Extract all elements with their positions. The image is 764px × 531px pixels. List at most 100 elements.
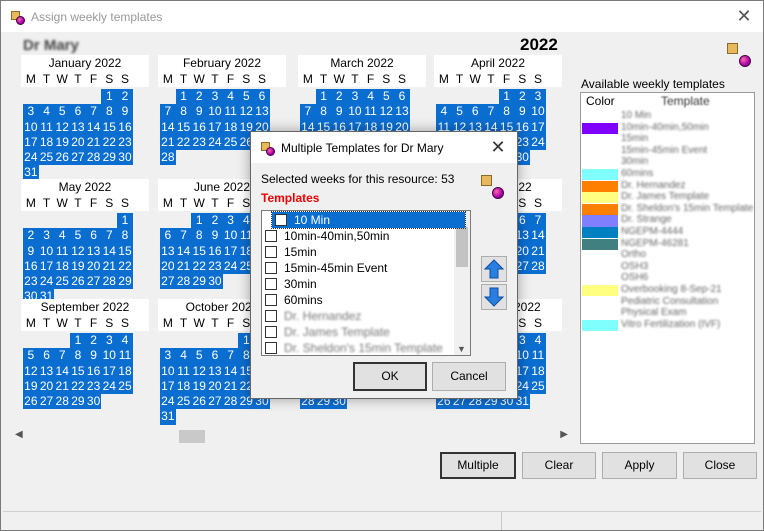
day-cell[interactable]: 5	[191, 348, 208, 364]
day-cell[interactable]: 26	[191, 394, 208, 410]
day-cell[interactable]: 11	[117, 348, 133, 364]
day-cell[interactable]: 28	[160, 150, 176, 166]
day-cell[interactable]: 2	[23, 228, 39, 244]
day-cell[interactable]: 14	[160, 119, 176, 135]
day-cell[interactable]: 4	[362, 89, 379, 105]
day-cell[interactable]: 13	[394, 104, 410, 120]
close-button[interactable]: Close	[683, 452, 757, 479]
day-cell[interactable]: 24	[23, 150, 39, 166]
day-cell[interactable]: 10	[160, 363, 176, 379]
day-cell[interactable]: 15	[101, 119, 118, 135]
day-cell[interactable]: 17	[23, 134, 39, 151]
day-cell[interactable]: 10	[101, 348, 118, 364]
day-cell[interactable]: 5	[451, 104, 468, 120]
day-cell[interactable]: 21	[85, 134, 102, 151]
day-cell[interactable]: 9	[23, 243, 39, 259]
day-cell[interactable]: 1	[70, 333, 86, 349]
day-cell[interactable]: 1	[175, 89, 192, 105]
day-cell[interactable]: 8	[191, 228, 208, 244]
day-cell[interactable]: 16	[191, 119, 208, 135]
template-checkbox-item[interactable]: 15min-45min Event	[262, 260, 455, 276]
day-cell[interactable]: 1	[101, 89, 118, 105]
horizontal-scrollbar[interactable]: ◀ ▶	[13, 429, 570, 446]
day-cell[interactable]: 4	[38, 104, 55, 120]
day-cell[interactable]: 20	[38, 378, 55, 395]
day-cell[interactable]: 21	[175, 258, 192, 275]
checkbox[interactable]	[265, 262, 277, 274]
template-checkbox-item[interactable]: 10 Min	[271, 211, 466, 229]
day-cell[interactable]: 7	[85, 104, 102, 120]
day-cell[interactable]: 2	[85, 333, 102, 349]
checkbox[interactable]	[265, 326, 277, 338]
day-cell[interactable]: 24	[101, 378, 118, 395]
day-cell[interactable]: 28	[85, 150, 102, 166]
day-cell[interactable]: 16	[85, 363, 102, 379]
day-cell[interactable]: 30	[117, 150, 133, 166]
day-cell[interactable]: 11	[54, 243, 71, 259]
template-row[interactable]: 60mins	[581, 168, 754, 181]
day-cell[interactable]: 22	[191, 258, 208, 275]
day-cell[interactable]: 17	[160, 378, 176, 395]
day-cell[interactable]: 6	[38, 348, 55, 364]
day-cell[interactable]: 22	[101, 134, 118, 151]
template-row[interactable]: Vitro Fertilization (IVF)	[581, 319, 754, 332]
day-cell[interactable]: 17	[222, 243, 239, 259]
day-cell[interactable]: 18	[530, 363, 546, 379]
day-cell[interactable]: 8	[175, 104, 192, 120]
day-cell[interactable]: 28	[175, 274, 192, 290]
day-cell[interactable]: 29	[70, 394, 86, 410]
day-cell[interactable]: 19	[70, 258, 86, 275]
day-cell[interactable]: 12	[191, 363, 208, 379]
day-cell[interactable]: 20	[70, 134, 86, 151]
template-row[interactable]: Dr. Strange	[581, 214, 754, 227]
day-cell[interactable]: 5	[54, 104, 71, 120]
day-cell[interactable]: 21	[160, 134, 176, 151]
day-cell[interactable]: 6	[467, 104, 484, 120]
ok-button[interactable]: OK	[353, 362, 427, 391]
day-cell[interactable]: 1	[191, 213, 208, 229]
template-row[interactable]: Dr. James Template	[581, 191, 754, 204]
day-cell[interactable]: 25	[54, 274, 71, 290]
day-cell[interactable]: 8	[315, 104, 332, 120]
day-cell[interactable]: 13	[38, 363, 55, 379]
day-cell[interactable]: 3	[38, 228, 55, 244]
move-up-button[interactable]	[481, 256, 507, 282]
day-cell[interactable]: 8	[70, 348, 86, 364]
day-cell[interactable]: 15	[191, 243, 208, 259]
day-cell[interactable]: 20	[85, 258, 102, 275]
day-cell[interactable]: 18	[38, 134, 55, 151]
day-cell[interactable]: 2	[117, 89, 133, 105]
day-cell[interactable]: 3	[23, 104, 39, 120]
day-cell[interactable]: 28	[530, 258, 546, 275]
day-cell[interactable]: 14	[530, 228, 546, 244]
day-cell[interactable]: 10	[207, 104, 223, 120]
clear-button[interactable]: Clear	[522, 452, 596, 479]
day-cell[interactable]: 16	[207, 243, 223, 259]
template-row[interactable]: Ortho	[581, 249, 754, 262]
template-row[interactable]: 30min	[581, 156, 754, 169]
day-cell[interactable]: 24	[530, 134, 546, 151]
day-cell[interactable]: 29	[117, 274, 133, 290]
day-cell[interactable]: 7	[160, 104, 176, 120]
day-cell[interactable]: 13	[85, 243, 102, 259]
day-cell[interactable]: 14	[54, 363, 71, 379]
day-cell[interactable]: 18	[54, 258, 71, 275]
day-cell[interactable]: 7	[101, 228, 118, 244]
template-row[interactable]: 10min-40min,50min	[581, 122, 754, 134]
day-cell[interactable]: 19	[23, 378, 39, 395]
day-cell[interactable]: 9	[207, 228, 223, 244]
day-cell[interactable]: 29	[191, 274, 208, 290]
day-cell[interactable]: 13	[254, 104, 270, 120]
day-cell[interactable]: 5	[23, 348, 39, 364]
template-checkbox-item[interactable]: 15min	[262, 244, 455, 260]
template-row[interactable]: 15min	[581, 133, 754, 146]
day-cell[interactable]: 15	[70, 363, 86, 379]
day-cell[interactable]: 14	[175, 243, 192, 259]
day-cell[interactable]: 25	[222, 134, 239, 151]
day-cell[interactable]: 24	[38, 274, 55, 290]
template-row[interactable]: 15min-45min Event	[581, 145, 754, 158]
day-cell[interactable]: 21	[54, 378, 71, 395]
checkbox[interactable]	[265, 294, 277, 306]
day-cell[interactable]: 7	[54, 348, 71, 364]
day-cell[interactable]: 3	[207, 89, 223, 105]
